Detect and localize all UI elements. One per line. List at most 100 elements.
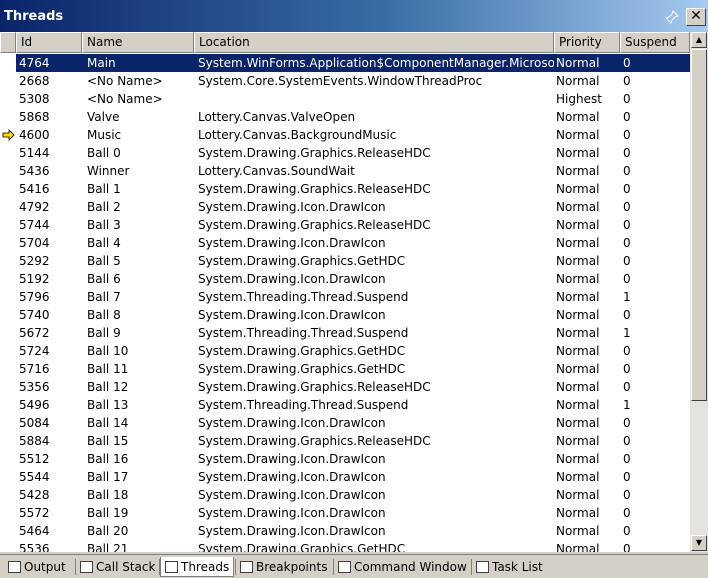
column-header-name[interactable]: Name <box>82 32 194 53</box>
scroll-up-button[interactable]: ▲ <box>691 32 707 48</box>
cell-suspend: 0 <box>623 254 631 268</box>
cell-priority: Normal <box>556 398 600 412</box>
threads-list[interactable]: Id Name Location Priority Suspend 4764 Ma… <box>0 32 708 552</box>
cell-location: System.Drawing.Graphics.GetHDC <box>198 254 406 268</box>
column-header-priority[interactable]: Priority <box>554 32 620 53</box>
table-row[interactable]: 5536 Ball 21 System.Drawing.Graphics.GetHD… <box>0 540 690 552</box>
cell-name: Ball 21 <box>87 542 129 552</box>
close-button[interactable]: ✕ <box>686 8 706 26</box>
table-row[interactable]: 5704 Ball 4 System.Drawing.Icon.DrawIcon No… <box>0 234 690 252</box>
column-header: Id Name Location Priority Suspend <box>0 32 690 53</box>
table-row[interactable]: 5292 Ball 5 System.Drawing.Graphics.GetHDC… <box>0 252 690 270</box>
cell-id: 5416 <box>19 182 50 196</box>
cell-suspend: 1 <box>623 326 631 340</box>
cell-id: 5724 <box>19 344 50 358</box>
cell-priority: Normal <box>556 128 600 142</box>
cell-priority: Normal <box>556 524 600 538</box>
table-row[interactable]: 4600 Music Lottery.Canvas.BackgroundMusic N… <box>0 126 690 144</box>
table-row[interactable]: 5884 Ball 15 System.Drawing.Graphics.Relea… <box>0 432 690 450</box>
cell-suspend: 0 <box>623 182 631 196</box>
scroll-down-button[interactable]: ▼ <box>691 535 707 551</box>
cell-location: System.Drawing.Icon.DrawIcon <box>198 470 386 484</box>
row-gutter <box>0 270 16 288</box>
cell-name: Ball 4 <box>87 236 121 250</box>
cell-suspend: 0 <box>623 524 631 538</box>
table-row[interactable]: 5544 Ball 17 System.Drawing.Icon.DrawIcon N… <box>0 468 690 486</box>
table-row[interactable]: 4764 Main System.WinForms.Application$Comp… <box>0 54 690 72</box>
table-row[interactable]: 5672 Ball 9 System.Threading.Thread.Suspen… <box>0 324 690 342</box>
tab-label: Task List <box>492 560 543 574</box>
table-row[interactable]: 2668 <No Name> System.Core.SystemEvents.Wi… <box>0 72 690 90</box>
table-row[interactable]: 5740 Ball 8 System.Drawing.Icon.DrawIcon No… <box>0 306 690 324</box>
table-row[interactable]: 5308 <No Name> Highest 0 <box>0 90 690 108</box>
table-row[interactable]: 5416 Ball 1 System.Drawing.Graphics.Releas… <box>0 180 690 198</box>
cell-priority: Normal <box>556 236 600 250</box>
cell-name: Ball 3 <box>87 218 121 232</box>
cell-suspend: 0 <box>623 344 631 358</box>
table-row[interactable]: 5796 Ball 7 System.Threading.Thread.Suspen… <box>0 288 690 306</box>
cell-name: Ball 0 <box>87 146 121 160</box>
tab-command-window[interactable]: Command Window <box>334 557 470 577</box>
table-row[interactable]: 5436 Winner Lottery.Canvas.SoundWait Normal… <box>0 162 690 180</box>
tab-task-list[interactable]: Task List <box>472 557 550 577</box>
cell-suspend: 0 <box>623 416 631 430</box>
column-header-location[interactable]: Location <box>194 32 554 53</box>
row-gutter <box>0 324 16 342</box>
tab-breakpoints[interactable]: Breakpoints <box>236 557 332 577</box>
tab-threads[interactable]: Threads <box>160 557 234 577</box>
cell-location: System.Drawing.Graphics.GetHDC <box>198 344 406 358</box>
cell-location: System.Drawing.Icon.DrawIcon <box>198 236 386 250</box>
table-row[interactable]: 5724 Ball 10 System.Drawing.Graphics.GetHD… <box>0 342 690 360</box>
command-window-icon <box>338 561 351 573</box>
table-row[interactable]: 5192 Ball 6 System.Drawing.Icon.DrawIcon No… <box>0 270 690 288</box>
cell-priority: Normal <box>556 110 600 124</box>
scroll-thumb[interactable] <box>691 49 707 401</box>
cell-name: Music <box>87 128 122 142</box>
cell-location: System.Core.SystemEvents.WindowThreadPro… <box>198 74 483 88</box>
cell-name: Ball 16 <box>87 452 129 466</box>
table-row[interactable]: 5496 Ball 13 System.Threading.Thread.Suspe… <box>0 396 690 414</box>
table-row[interactable]: 5084 Ball 14 System.Drawing.Icon.DrawIcon N… <box>0 414 690 432</box>
cell-name: Ball 11 <box>87 362 129 376</box>
table-row[interactable]: 4792 Ball 2 System.Drawing.Icon.DrawIcon No… <box>0 198 690 216</box>
table-row[interactable]: 5716 Ball 11 System.Drawing.Graphics.GetHD… <box>0 360 690 378</box>
cell-name: Ball 20 <box>87 524 129 538</box>
row-gutter <box>0 180 16 198</box>
row-gutter <box>0 198 16 216</box>
cell-id: 4600 <box>19 128 50 142</box>
cell-id: 5464 <box>19 524 50 538</box>
vertical-scrollbar[interactable]: ▲ ▼ <box>690 32 708 552</box>
cell-name: Ball 17 <box>87 470 129 484</box>
cell-priority: Normal <box>556 290 600 304</box>
cell-name: Valve <box>87 110 120 124</box>
row-gutter <box>0 360 16 378</box>
cell-location: System.Drawing.Graphics.ReleaseHDC <box>198 218 431 232</box>
cell-suspend: 0 <box>623 200 631 214</box>
table-row[interactable]: 5464 Ball 20 System.Drawing.Icon.DrawIcon N… <box>0 522 690 540</box>
cell-id: 5740 <box>19 308 50 322</box>
column-header-suspend[interactable]: Suspend <box>620 32 690 53</box>
cell-name: Ball 10 <box>87 344 129 358</box>
column-header-id[interactable]: Id <box>16 32 82 53</box>
table-row[interactable]: 5144 Ball 0 System.Drawing.Graphics.Releas… <box>0 144 690 162</box>
table-row[interactable]: 5572 Ball 19 System.Drawing.Icon.DrawIcon N… <box>0 504 690 522</box>
cell-name: Ball 9 <box>87 326 121 340</box>
table-row[interactable]: 5868 Valve Lottery.Canvas.ValveOpen Normal 0 <box>0 108 690 126</box>
cell-name: Ball 12 <box>87 380 129 394</box>
table-row[interactable]: 5512 Ball 16 System.Drawing.Icon.DrawIcon N… <box>0 450 690 468</box>
pin-icon[interactable] <box>664 10 680 24</box>
tab-label: Output <box>24 560 66 574</box>
tab-call-stack[interactable]: Call Stack <box>76 557 158 577</box>
cell-location: System.Drawing.Icon.DrawIcon <box>198 416 386 430</box>
cell-name: Ball 7 <box>87 290 121 304</box>
table-row[interactable]: 5428 Ball 18 System.Drawing.Icon.DrawIcon N… <box>0 486 690 504</box>
cell-name: <No Name> <box>87 92 163 106</box>
tab-output[interactable]: Output <box>4 557 74 577</box>
cell-id: 5796 <box>19 290 50 304</box>
cell-id: 5884 <box>19 434 50 448</box>
header-gutter <box>0 32 16 53</box>
tab-label: Call Stack <box>96 560 156 574</box>
table-row[interactable]: 5744 Ball 3 System.Drawing.Graphics.Releas… <box>0 216 690 234</box>
cell-suspend: 0 <box>623 308 631 322</box>
table-row[interactable]: 5356 Ball 12 System.Drawing.Graphics.Relea… <box>0 378 690 396</box>
